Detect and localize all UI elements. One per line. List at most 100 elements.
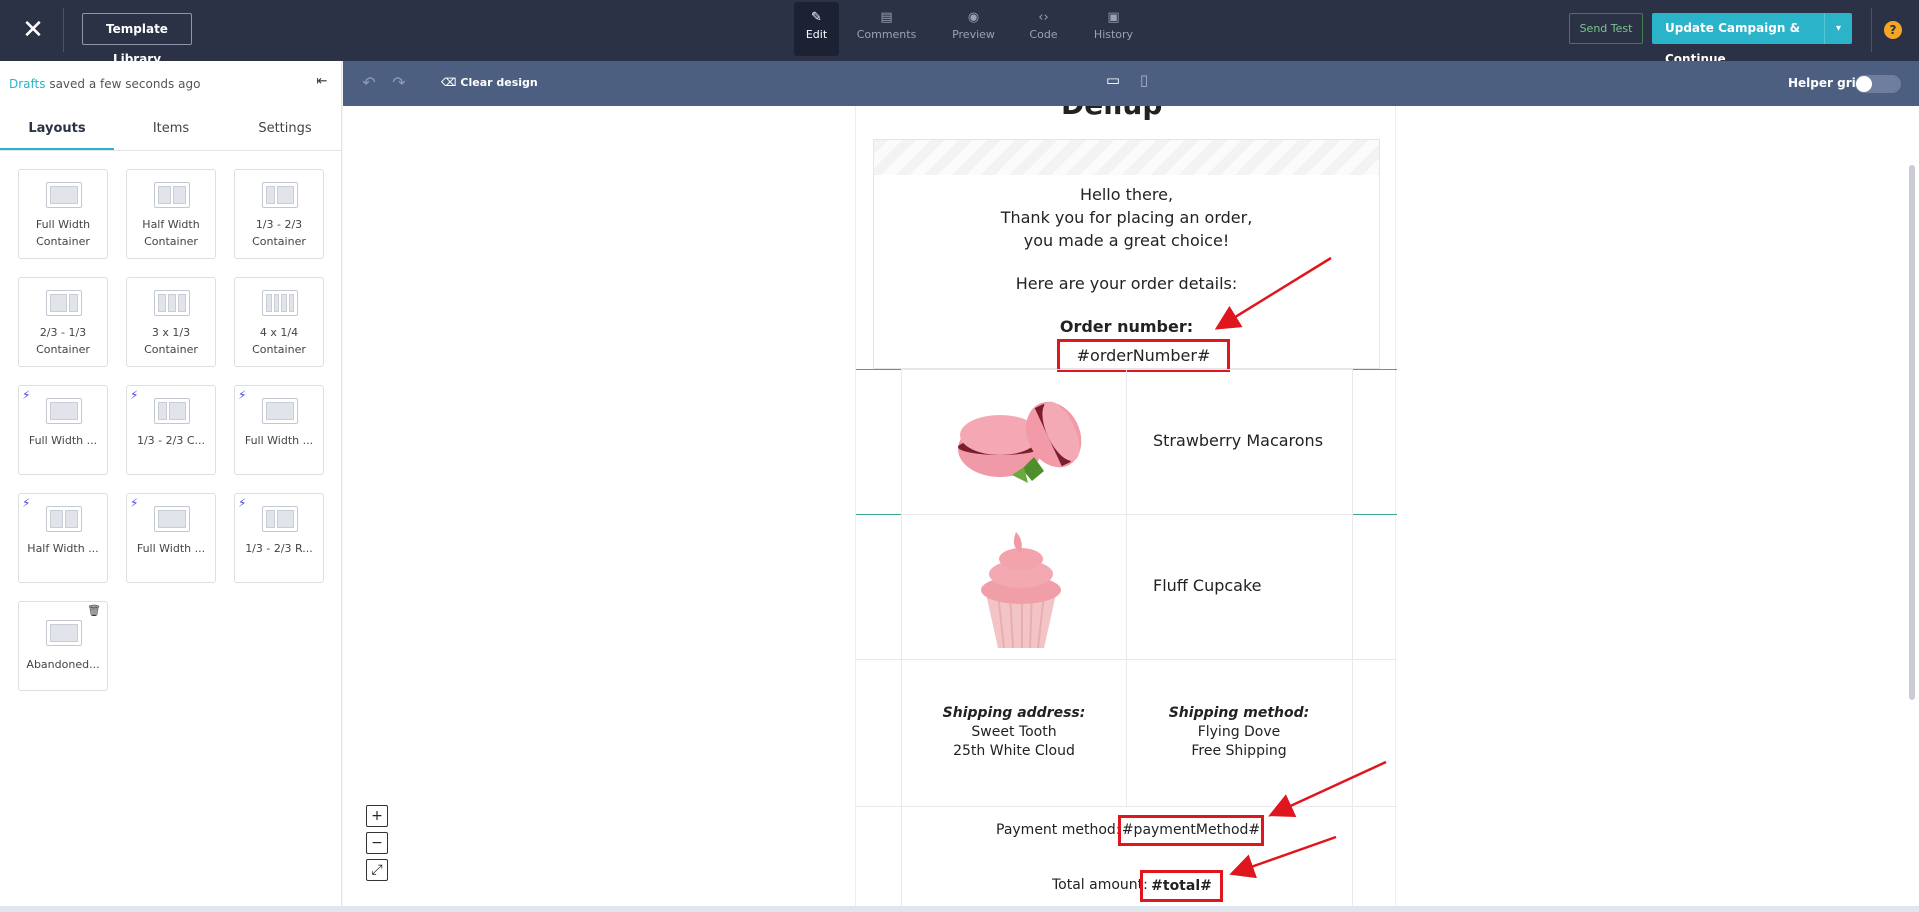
clear-design-button[interactable]: ⌫ Clear design xyxy=(441,76,538,89)
tab-preview[interactable]: ◉ Preview xyxy=(934,2,1013,56)
send-test-button[interactable]: Send Test xyxy=(1569,13,1643,44)
bottom-bar xyxy=(0,906,1919,912)
tab-settings[interactable]: Settings xyxy=(228,109,342,150)
total-placeholder[interactable]: #total# xyxy=(1140,870,1223,902)
layout-card[interactable]: ⚡ Half Width ... xyxy=(18,493,108,583)
image-icon xyxy=(46,290,82,316)
tab-edit[interactable]: ✎ Edit xyxy=(794,2,839,56)
close-icon[interactable]: ✕ xyxy=(16,13,50,47)
code-icon: ‹› xyxy=(1038,10,1049,25)
image-icon xyxy=(154,398,190,424)
image-icon xyxy=(46,398,82,424)
canvas-toolbar: ↶ ↷ ⌫ Clear design ▭ ▯ Helper grid xyxy=(343,61,1919,106)
tab-comments[interactable]: ▤ Comments xyxy=(847,2,926,56)
pencil-icon: ✎ xyxy=(811,10,822,25)
divider xyxy=(901,369,902,906)
chevron-down-icon[interactable]: ▾ xyxy=(1824,13,1852,44)
layout-card-label: 1/3 - 2/3 Container xyxy=(252,218,306,248)
template-library-button[interactable]: Template Library xyxy=(82,13,192,66)
layout-card-label: 1/3 - 2/3 C... xyxy=(136,434,206,447)
layout-card[interactable]: 4 x 1/4 Container xyxy=(234,277,324,367)
image-icon xyxy=(154,182,190,208)
tab-items[interactable]: Items xyxy=(114,109,228,150)
panel-tabs: Layouts Items Settings xyxy=(0,109,342,151)
desktop-icon[interactable]: ▭ xyxy=(1101,71,1125,93)
inbox-icon: ▣ xyxy=(1107,10,1120,25)
greeting-block[interactable]: Hello there, Thank you for placing an or… xyxy=(873,139,1380,372)
item-name: Fluff Cupcake xyxy=(1153,576,1262,595)
undo-icon[interactable]: ↶ xyxy=(358,73,380,93)
divider xyxy=(1871,8,1872,52)
image-icon xyxy=(154,506,190,532)
redo-icon[interactable]: ↷ xyxy=(388,73,410,93)
order-number-placeholder[interactable]: #orderNumber# xyxy=(1057,339,1230,372)
collapse-panel-icon[interactable]: ⇤ xyxy=(313,73,331,91)
total-label: Total amount: xyxy=(1052,877,1148,893)
image-icon xyxy=(154,290,190,316)
shipping-method-line: Free Shipping xyxy=(1191,743,1287,759)
zoom-in-button[interactable]: + xyxy=(366,805,388,827)
thanks-text: Thank you for placing an order, xyxy=(1000,208,1253,227)
image-icon xyxy=(46,182,82,208)
lightning-icon: ⚡ xyxy=(238,496,247,510)
layout-card-label: Full Width Container xyxy=(35,218,91,248)
layout-card[interactable]: ⚡ Full Width ... xyxy=(234,385,324,475)
layout-card[interactable]: 2/3 - 1/3 Container xyxy=(18,277,108,367)
details-text: Here are your order details: xyxy=(1015,274,1238,293)
update-campaign-button[interactable]: Update Campaign & Continue ▾ xyxy=(1652,13,1852,66)
zoom-out-button[interactable]: − xyxy=(366,832,388,854)
helper-grid-label: Helper grid xyxy=(1788,76,1865,90)
layout-card[interactable]: 🗑 Abandoned... xyxy=(18,601,108,691)
drafts-link[interactable]: Drafts xyxy=(9,77,46,91)
cupcake-image[interactable] xyxy=(966,526,1076,651)
layout-card[interactable]: Half Width Container xyxy=(126,169,216,259)
shipping-address-line: 25th White Cloud xyxy=(953,743,1075,759)
layout-card-label: 3 x 1/3 Container xyxy=(144,326,198,356)
divider xyxy=(1352,369,1353,906)
payment-method-placeholder[interactable]: #paymentMethod# xyxy=(1118,815,1264,846)
clear-design-label: Clear design xyxy=(460,76,538,89)
tab-label: Code xyxy=(1029,28,1058,41)
row-highlight xyxy=(856,369,901,370)
helper-grid-toggle[interactable] xyxy=(1855,75,1901,93)
mobile-icon[interactable]: ▯ xyxy=(1135,71,1153,93)
eye-icon: ◉ xyxy=(967,10,980,25)
image-icon xyxy=(46,620,82,646)
layout-card[interactable]: ⚡ 1/3 - 2/3 C... xyxy=(126,385,216,475)
tab-layouts[interactable]: Layouts xyxy=(0,109,114,150)
layout-card[interactable]: ⚡ 1/3 - 2/3 R... xyxy=(234,493,324,583)
image-icon xyxy=(46,506,82,532)
tab-history[interactable]: ▣ History xyxy=(1074,2,1153,56)
layout-card-label: 1/3 - 2/3 R... xyxy=(245,542,313,555)
help-icon[interactable]: ? xyxy=(1884,21,1902,39)
layout-card-label: Full Width ... xyxy=(244,434,314,447)
heading-fragment: Deliup xyxy=(1061,106,1162,121)
tab-label: Edit xyxy=(805,28,828,41)
layout-card-label: Abandoned... xyxy=(26,658,100,671)
shipping-method-line: Flying Dove xyxy=(1197,724,1281,740)
layout-card[interactable]: 3 x 1/3 Container xyxy=(126,277,216,367)
trash-icon[interactable]: 🗑 xyxy=(87,604,101,617)
email-preview: Deliup Hello there, Thank you for placin… xyxy=(855,106,1397,906)
layout-card-label: Full Width ... xyxy=(136,542,206,555)
lightning-icon: ⚡ xyxy=(22,388,31,402)
editor-mode-tabs: ✎ Edit ▤ Comments ◉ Preview ‹› Code ▣ Hi… xyxy=(794,2,1153,56)
row-highlight xyxy=(1352,369,1397,370)
left-panel: Drafts saved a few seconds ago ⇤ Layouts… xyxy=(0,61,342,912)
tab-code[interactable]: ‹› Code xyxy=(1021,2,1066,56)
scrollbar[interactable] xyxy=(1909,165,1915,700)
macaron-image[interactable] xyxy=(952,391,1092,489)
comments-icon: ▤ xyxy=(880,10,893,25)
layout-card[interactable]: Full Width Container xyxy=(18,169,108,259)
divider xyxy=(856,806,1397,807)
shipping-address-line: Sweet Tooth xyxy=(971,724,1057,740)
layout-card[interactable]: 1/3 - 2/3 Container xyxy=(234,169,324,259)
lightning-icon: ⚡ xyxy=(130,496,139,510)
layout-card[interactable]: ⚡ Full Width ... xyxy=(126,493,216,583)
greeting-text: Hello there, xyxy=(1079,185,1174,204)
order-label: Order number: xyxy=(1059,317,1194,336)
image-icon xyxy=(262,182,298,208)
layout-card[interactable]: ⚡ Full Width ... xyxy=(18,385,108,475)
fit-screen-button[interactable]: ⤢ xyxy=(366,859,388,881)
image-icon xyxy=(262,398,298,424)
